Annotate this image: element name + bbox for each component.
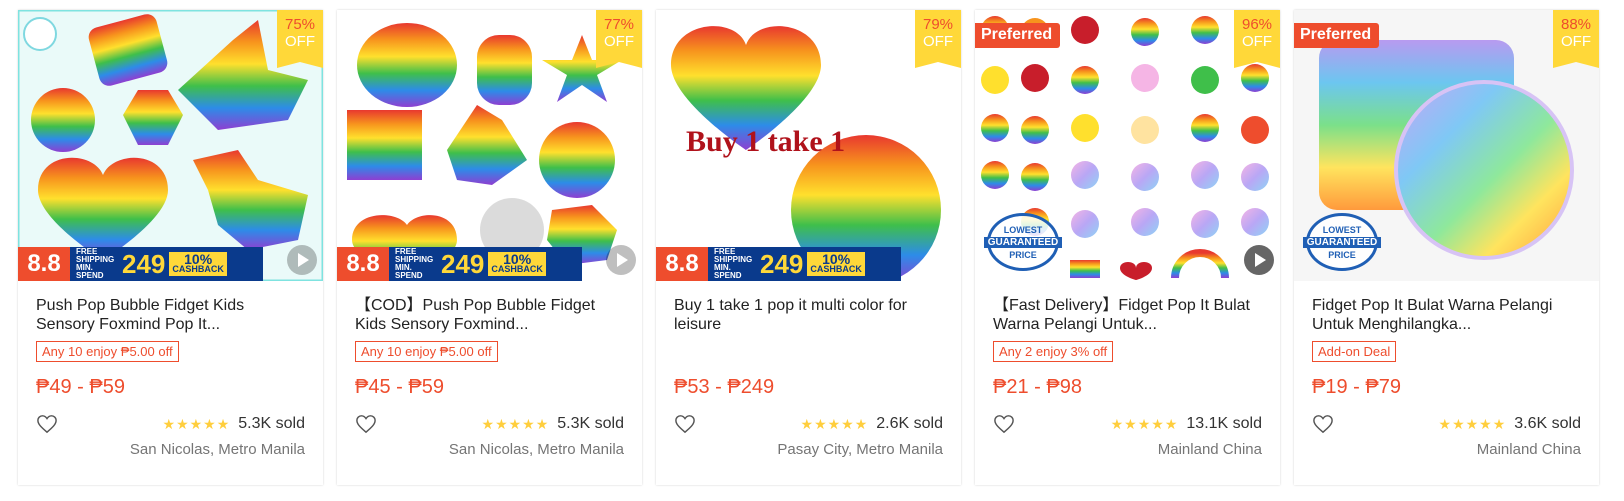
- product-title[interactable]: 【COD】Push Pop Bubble Fidget Kids Sensory…: [355, 296, 624, 334]
- guarantee-top: LOWEST: [1322, 224, 1362, 235]
- promo-88-label: 8.8: [656, 247, 708, 281]
- discount-percent: 79%: [922, 16, 954, 33]
- discount-badge: 79% OFF: [915, 10, 961, 68]
- product-grid: 75% OFF 8.8 FREE SHIPPING MIN. SPEND 249…: [0, 0, 1624, 501]
- sold-count: 5.3K sold: [238, 415, 305, 432]
- heart-icon[interactable]: [993, 414, 1015, 434]
- product-price: ₱45 - ₱59: [355, 376, 444, 398]
- preferred-badge: Preferred: [1294, 23, 1380, 48]
- discount-badge: 77% OFF: [596, 10, 642, 68]
- play-video-icon[interactable]: [287, 245, 317, 275]
- sold-count: 2.6K sold: [876, 415, 943, 432]
- discount-badge: 96% OFF: [1234, 10, 1280, 68]
- product-title[interactable]: Push Pop Bubble Fidget Kids Sensory Foxm…: [36, 296, 305, 334]
- free-shipping-label: FREE SHIPPING MIN. SPEND: [395, 247, 434, 280]
- product-price: ₱19 - ₱79: [1312, 376, 1401, 398]
- product-card[interactable]: Preferred 88% OFF LOWEST GUARANTEED PRIC…: [1294, 10, 1599, 485]
- sold-count: 5.3K sold: [557, 415, 624, 432]
- promo-88-label: 8.8: [337, 247, 389, 281]
- discount-off-label: OFF: [1561, 33, 1591, 50]
- star-rating: ★★★★★: [1438, 415, 1507, 432]
- product-image[interactable]: Preferred 88% OFF LOWEST GUARANTEED PRIC…: [1294, 10, 1599, 281]
- promo-banner: 8.8 FREE SHIPPING MIN. SPEND 249 10% CASH…: [18, 247, 263, 281]
- cashback-label: CASHBACK: [172, 264, 224, 274]
- star-rating: ★★★★★: [162, 415, 231, 432]
- play-video-icon[interactable]: [606, 245, 636, 275]
- lowest-price-guaranteed-badge: LOWEST GUARANTEED PRICE: [1303, 213, 1381, 271]
- product-image[interactable]: 77% OFF 8.8 FREE SHIPPING MIN. SPEND 249…: [337, 10, 642, 281]
- promo-banner: 8.8 FREE SHIPPING MIN. SPEND 249 10% CASH…: [656, 247, 901, 281]
- cashback-pct: 10%: [822, 251, 851, 267]
- discount-off-label: OFF: [285, 33, 315, 50]
- cashback-label: CASHBACK: [491, 264, 543, 274]
- guarantee-mid: GUARANTEED: [984, 236, 1062, 248]
- promo-tag: Any 10 enjoy ₱5.00 off: [36, 341, 179, 362]
- cashback-pct: 10%: [184, 251, 213, 267]
- star-rating: ★★★★★: [481, 415, 550, 432]
- star-rating: ★★★★★: [800, 415, 869, 432]
- product-price: ₱49 - ₱59: [36, 376, 125, 398]
- sold-count: 3.6K sold: [1514, 415, 1581, 432]
- heart-icon[interactable]: [36, 414, 58, 434]
- preferred-badge: Preferred: [975, 23, 1061, 48]
- promo-tag: Any 2 enjoy 3% off: [993, 341, 1114, 362]
- guarantee-mid: GUARANTEED: [1303, 236, 1381, 248]
- product-price: ₱21 - ₱98: [993, 376, 1082, 398]
- cashback-pct: 10%: [503, 251, 532, 267]
- product-image[interactable]: Buy 1 take 1 79% OFF 8.8 FREE SHIPPING M…: [656, 10, 961, 281]
- discount-badge: 75% OFF: [277, 10, 323, 68]
- discount-percent: 96%: [1241, 16, 1273, 33]
- product-location: Pasay City, Metro Manila: [777, 441, 943, 458]
- discount-percent: 75%: [284, 16, 316, 33]
- free-shipping-label: FREE SHIPPING MIN. SPEND: [76, 247, 115, 280]
- promo-amount: 249: [760, 248, 804, 279]
- guarantee-top: LOWEST: [1003, 224, 1043, 235]
- sold-count: 13.1K sold: [1186, 415, 1262, 432]
- guarantee-bottom: PRICE: [1009, 249, 1037, 260]
- product-image[interactable]: Preferred 96% OFF LOWEST GUARANTEED PRIC…: [975, 10, 1280, 281]
- promo-banner: 8.8 FREE SHIPPING MIN. SPEND 249 10% CASH…: [337, 247, 582, 281]
- product-card[interactable]: Buy 1 take 1 79% OFF 8.8 FREE SHIPPING M…: [656, 10, 961, 485]
- cashback-label: CASHBACK: [810, 264, 862, 274]
- lowest-price-guaranteed-badge: LOWEST GUARANTEED PRICE: [984, 213, 1062, 271]
- discount-percent: 77%: [603, 16, 635, 33]
- heart-icon[interactable]: [1312, 414, 1334, 434]
- product-card[interactable]: Preferred 96% OFF LOWEST GUARANTEED PRIC…: [975, 10, 1280, 485]
- product-location: San Nicolas, Metro Manila: [129, 441, 305, 458]
- promo-tag: Add-on Deal: [1312, 341, 1397, 362]
- product-image[interactable]: 75% OFF 8.8 FREE SHIPPING MIN. SPEND 249…: [18, 10, 323, 281]
- promo-tag: Any 10 enjoy ₱5.00 off: [355, 341, 498, 362]
- product-card[interactable]: 77% OFF 8.8 FREE SHIPPING MIN. SPEND 249…: [337, 10, 642, 485]
- cashback-badge: 10% CASHBACK: [488, 252, 546, 276]
- free-shipping-label: FREE SHIPPING MIN. SPEND: [714, 247, 753, 280]
- promo-88-label: 8.8: [18, 247, 70, 281]
- image-overlay-text: Buy 1 take 1: [686, 125, 846, 158]
- star-rating: ★★★★★: [1110, 415, 1179, 432]
- play-video-icon[interactable]: [1244, 245, 1274, 275]
- discount-off-label: OFF: [604, 33, 634, 50]
- product-location: San Nicolas, Metro Manila: [448, 441, 624, 458]
- cashback-badge: 10% CASHBACK: [807, 252, 865, 276]
- discount-off-label: OFF: [1242, 33, 1272, 50]
- product-location: Mainland China: [1476, 441, 1581, 458]
- cashback-badge: 10% CASHBACK: [169, 252, 227, 276]
- product-location: Mainland China: [1157, 441, 1262, 458]
- heart-icon[interactable]: [674, 414, 696, 434]
- promo-amount: 249: [122, 248, 166, 279]
- heart-icon[interactable]: [355, 414, 377, 434]
- product-title[interactable]: Fidget Pop It Bulat Warna Pelangi Untuk …: [1312, 296, 1581, 334]
- discount-percent: 88%: [1560, 16, 1592, 33]
- product-title[interactable]: 【Fast Delivery】Fidget Pop It Bulat Warna…: [993, 296, 1262, 334]
- product-price: ₱53 - ₱249: [674, 376, 775, 398]
- discount-off-label: OFF: [923, 33, 953, 50]
- product-card[interactable]: 75% OFF 8.8 FREE SHIPPING MIN. SPEND 249…: [18, 10, 323, 485]
- guarantee-bottom: PRICE: [1328, 249, 1356, 260]
- promo-amount: 249: [441, 248, 485, 279]
- product-title[interactable]: Buy 1 take 1 pop it multi color for leis…: [674, 296, 943, 334]
- discount-badge: 88% OFF: [1553, 10, 1599, 68]
